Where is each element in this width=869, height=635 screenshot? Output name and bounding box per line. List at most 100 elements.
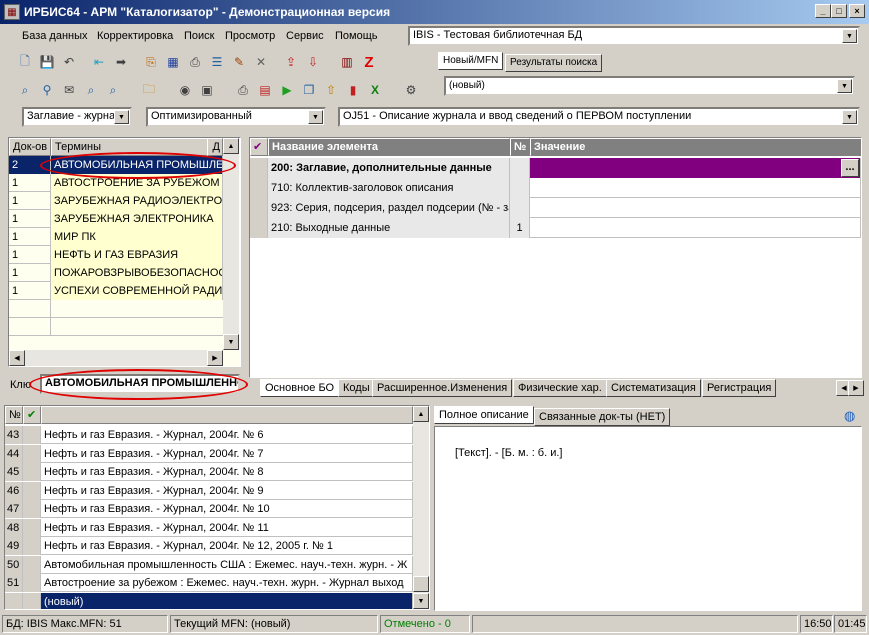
tree-icon[interactable]: ☰ bbox=[208, 53, 226, 71]
dict-scrollbar-v[interactable]: ▲ ▼ bbox=[223, 138, 239, 350]
print-icon[interactable]: ⎙ bbox=[186, 53, 204, 71]
record-row[interactable]: 51 Автостроение за рубежом : Ежемес. науч… bbox=[5, 574, 413, 592]
scroll-right-icon[interactable]: ▶ bbox=[207, 350, 223, 366]
record-row-check[interactable] bbox=[23, 555, 41, 574]
record-row-check[interactable] bbox=[23, 518, 41, 537]
window-icon[interactable]: ▣ bbox=[198, 81, 216, 99]
edit-icon[interactable]: ✎ bbox=[230, 53, 248, 71]
worksheet-row-value[interactable] bbox=[530, 198, 861, 218]
worksheet-header-name[interactable]: Название элемента bbox=[268, 138, 510, 156]
record-row-check[interactable] bbox=[23, 463, 41, 481]
dictionary-select[interactable]: Заглавие - журнал ▼ bbox=[22, 107, 132, 127]
menu-view[interactable]: Просмотр bbox=[225, 30, 275, 42]
database-select[interactable]: IBIS - Тестовая библиотечная БД ▼ bbox=[408, 26, 860, 46]
record-row[interactable]: 50 Автомобильная промышленность США : Еже… bbox=[5, 555, 413, 574]
search-prev-icon[interactable]: ⌕ bbox=[104, 81, 122, 99]
format-icon[interactable]: ▤ bbox=[256, 81, 274, 99]
barcode-icon[interactable]: ▥ bbox=[338, 53, 356, 71]
eye-icon[interactable]: ◉ bbox=[176, 81, 194, 99]
record-row-check[interactable] bbox=[23, 574, 41, 592]
import-icon[interactable]: ⇩ bbox=[304, 53, 322, 71]
record-row-check[interactable] bbox=[23, 444, 41, 463]
next-record-icon[interactable]: ➡ bbox=[112, 53, 130, 71]
dictionary-row[interactable]: 2АВТОМОБИЛЬНАЯ ПРОМЫШЛЕННОСТЬ bbox=[9, 156, 223, 174]
tab-search-results[interactable]: Результаты поиска bbox=[505, 54, 603, 72]
menu-service[interactable]: Сервис bbox=[286, 30, 324, 42]
chevron-down-icon[interactable]: ▼ bbox=[842, 29, 857, 43]
search-next-icon[interactable]: ⌕ bbox=[82, 81, 100, 99]
record-row-check[interactable] bbox=[23, 500, 41, 518]
menu-search[interactable]: Поиск bbox=[184, 30, 214, 42]
folder-icon[interactable]: 🗀 bbox=[140, 81, 158, 99]
close-icon[interactable]: × bbox=[849, 4, 865, 18]
tab-basic-bo[interactable]: Основное БО bbox=[260, 379, 340, 397]
filter-icon[interactable]: ⚲ bbox=[38, 81, 56, 99]
record-row[interactable]: (новый) bbox=[5, 592, 413, 609]
dictionary-row[interactable]: 1 МИР ПК bbox=[9, 228, 223, 246]
worksheet-row[interactable]: 210: Выходные данные 1 bbox=[250, 218, 861, 238]
settings-icon[interactable]: ⚙ bbox=[402, 81, 420, 99]
mfn-select[interactable]: (новый) ▼ bbox=[444, 76, 855, 96]
dict-header-d[interactable]: Д bbox=[207, 138, 223, 156]
worksheet-row-value[interactable] bbox=[530, 158, 861, 178]
copy-icon[interactable]: ⎘ bbox=[142, 53, 160, 71]
record-row[interactable]: 47 Нефть и газ Евразия. - Журнал, 2004г. … bbox=[5, 500, 413, 518]
new-doc-icon[interactable]: 🗋 bbox=[16, 53, 34, 71]
chevron-down-icon[interactable]: ▼ bbox=[842, 110, 857, 124]
search-icon[interactable]: ⌕ bbox=[16, 81, 34, 99]
chart-icon[interactable]: ▮ bbox=[344, 81, 362, 99]
z3950-icon[interactable]: Z bbox=[360, 53, 378, 71]
dictionary-row[interactable]: 1 ПОЖАРОВЗРЫВОБЕЗОПАСНОСТЬ bbox=[9, 264, 223, 282]
records-scrollbar-v[interactable]: ▲ ▼ bbox=[413, 406, 429, 609]
record-row[interactable]: 44 Нефть и газ Евразия. - Журнал, 2004г. … bbox=[5, 444, 413, 463]
records-header-num[interactable]: № bbox=[5, 406, 23, 424]
worksheet-row[interactable]: 200: Заглавие, дополнительные данные... bbox=[250, 158, 861, 178]
menu-edit[interactable]: Корректировка bbox=[97, 30, 173, 42]
record-row[interactable]: 46 Нефть и газ Евразия. - Журнал, 2004г. … bbox=[5, 481, 413, 500]
tab-extended-changes[interactable]: Расширенное.Изменения bbox=[372, 379, 513, 397]
record-row-check[interactable] bbox=[23, 537, 41, 555]
worksheet-row-value[interactable] bbox=[530, 218, 861, 238]
chevron-down-icon[interactable]: ▼ bbox=[837, 79, 852, 93]
records-header-title[interactable] bbox=[41, 406, 413, 424]
excel-icon[interactable]: X bbox=[366, 81, 384, 99]
save-icon[interactable]: 💾 bbox=[38, 53, 56, 71]
open-icon[interactable]: ⇧ bbox=[322, 81, 340, 99]
maximize-icon[interactable]: □ bbox=[831, 4, 847, 18]
tab-registration[interactable]: Регистрация bbox=[702, 379, 777, 397]
grid-icon[interactable]: ▦ bbox=[164, 53, 182, 71]
undo-icon[interactable]: ↶ bbox=[60, 53, 78, 71]
record-row[interactable]: 48 Нефть и газ Евразия. - Журнал, 2004г. … bbox=[5, 518, 413, 537]
tab-systematization[interactable]: Систематизация bbox=[606, 379, 701, 397]
globe-icon[interactable]: ◍ bbox=[844, 408, 855, 424]
worksheet-header-num[interactable]: № bbox=[510, 138, 530, 156]
chevron-down-icon[interactable]: ▼ bbox=[114, 110, 129, 124]
record-row[interactable]: 43 Нефть и газ Евразия. - Журнал, 2004г. … bbox=[5, 426, 413, 444]
record-row[interactable]: 49 Нефть и газ Евразия. - Журнал, 2004г. … bbox=[5, 537, 413, 555]
tab-scroll-right-icon[interactable]: ▶ bbox=[848, 380, 864, 396]
worksheet-header-value[interactable]: Значение bbox=[530, 138, 861, 156]
mail-icon[interactable]: ✉ bbox=[60, 81, 78, 99]
chevron-down-icon[interactable]: ▼ bbox=[308, 110, 323, 124]
record-row-check[interactable] bbox=[23, 592, 41, 609]
scroll-left-icon[interactable]: ◀ bbox=[9, 350, 25, 366]
record-row-check[interactable] bbox=[23, 481, 41, 500]
worksheet-row[interactable]: 923: Серия, подсерия, раздел подсерии (№… bbox=[250, 198, 861, 218]
dictionary-row[interactable]: 1УСПЕХИ СОВРЕМЕННОЙ РАДИОЭЛЕКТРОНИКИ bbox=[9, 282, 223, 300]
tab-new-mfn[interactable]: Новый/MFN bbox=[438, 52, 504, 70]
mode-select[interactable]: Оптимизированный ▼ bbox=[146, 107, 326, 127]
scroll-up-icon[interactable]: ▲ bbox=[413, 406, 429, 422]
first-record-icon[interactable]: ⇤ bbox=[90, 53, 108, 71]
menu-database[interactable]: База данных bbox=[22, 30, 88, 42]
scroll-down-icon[interactable]: ▼ bbox=[223, 334, 239, 350]
tab-codes[interactable]: Коды bbox=[338, 379, 375, 397]
records-header-check[interactable]: ✔ bbox=[23, 406, 41, 424]
minimize-icon[interactable]: _ bbox=[815, 4, 831, 18]
dict-scrollbar-h[interactable]: ◀ ▶ bbox=[9, 350, 223, 366]
ellipsis-button[interactable]: ... bbox=[841, 159, 859, 177]
dictionary-row[interactable]: 1 АВТОСТРОЕНИЕ ЗА РУБЕЖОМ bbox=[9, 174, 223, 192]
dictionary-row[interactable]: 1 ЗАРУБЕЖНАЯ ЭЛЕКТРОНИКА bbox=[9, 210, 223, 228]
print-preview-icon[interactable]: ⎙ bbox=[234, 81, 252, 99]
tab-full-description[interactable]: Полное описание bbox=[434, 406, 534, 424]
record-row-check[interactable] bbox=[23, 426, 41, 444]
